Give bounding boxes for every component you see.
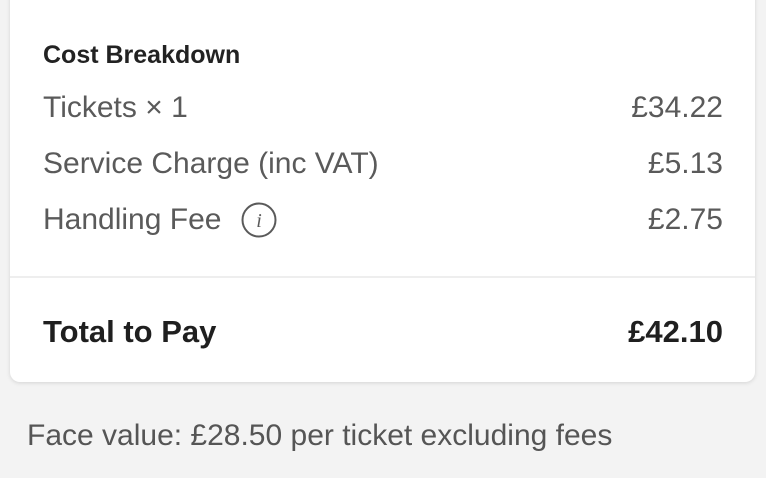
cost-row-label: Handling Fee [43,203,222,236]
cost-row-service-charge: Service Charge (inc VAT) £5.13 [43,144,723,184]
face-value-note: Face value: £28.50 per ticket excluding … [27,419,613,452]
total-amount: £42.10 [628,314,723,349]
total-label: Total to Pay [43,314,217,349]
cost-breakdown-card: Cost Breakdown Tickets × 1 £34.22 Servic… [10,0,755,382]
divider [10,276,755,278]
cost-breakdown-title: Cost Breakdown [43,41,241,69]
svg-text:i: i [257,210,263,232]
cost-row-tickets: Tickets × 1 £34.22 [43,88,723,128]
cost-row-label-group: Handling Fee i [43,202,277,238]
cost-row-label: Service Charge (inc VAT) [43,147,379,180]
cost-row-amount: £2.75 [647,203,723,236]
total-row: Total to Pay £42.10 [43,310,723,354]
cost-row-amount: £34.22 [631,91,723,124]
info-icon[interactable]: i [241,202,277,238]
cost-row-label: Tickets × 1 [43,91,188,124]
cost-row-handling-fee: Handling Fee i £2.75 [43,200,723,240]
cost-row-amount: £5.13 [647,147,723,180]
